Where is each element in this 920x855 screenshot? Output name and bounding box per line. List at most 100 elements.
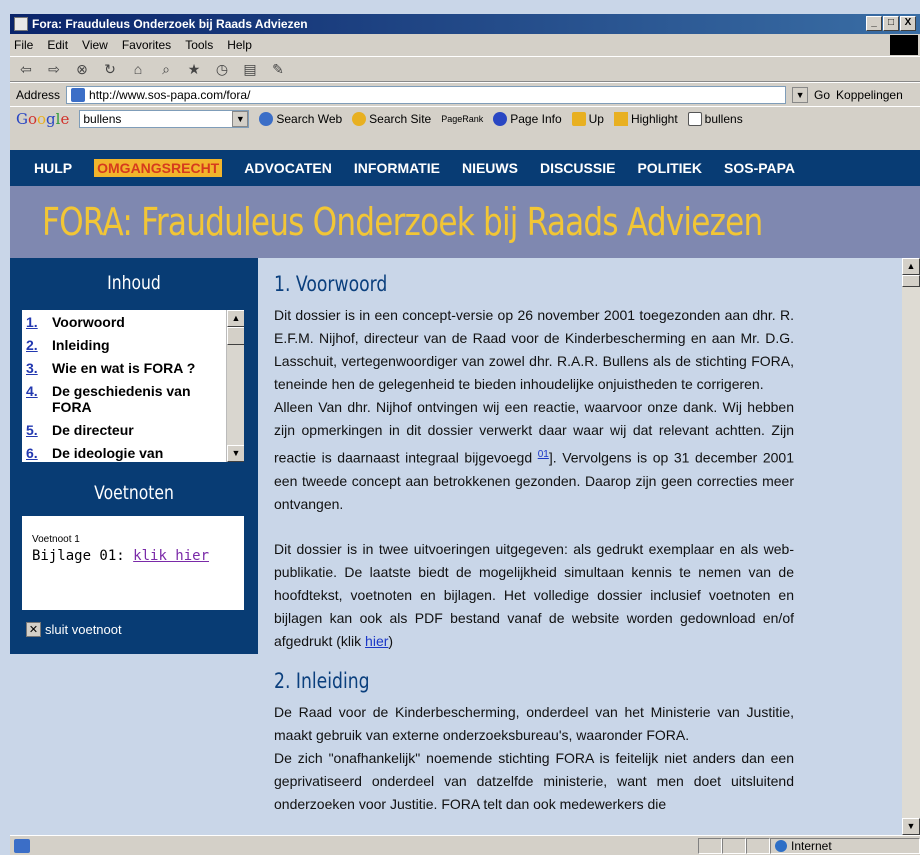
highlight-button[interactable]: Highlight [613,111,678,126]
nav-discussie[interactable]: DISCUSSIE [540,160,615,176]
nav-nieuws[interactable]: NIEUWS [462,160,518,176]
info-icon [493,111,508,126]
minimize-button[interactable]: _ [866,16,882,31]
web-page: HULP OMGANGSRECHT ADVOCATEN INFORMATIE N… [10,150,920,835]
search-term-button[interactable]: bullens [687,111,743,126]
toc-item[interactable]: 5. De directeur [26,422,220,438]
toc-item[interactable]: 4. De geschiedenis van FORA [26,383,220,415]
google-dropdown-button[interactable]: ▼ [232,110,249,127]
scroll-down-icon[interactable]: ▼ [227,445,244,462]
windows-logo-icon [890,35,918,55]
nav-sos-papa[interactable]: SOS-PAPA [724,160,795,176]
page-scroll-up-icon[interactable]: ▲ [902,258,920,275]
menu-file[interactable]: File [14,38,33,52]
pdf-link[interactable]: hier [365,633,388,649]
toc-list: 1. Voorwoord 2. Inleiding 3. Wie en wat is … [22,310,224,462]
pagerank-meter[interactable]: PageRank [441,114,483,124]
address-input[interactable]: http://www.sos-papa.com/fora/ [66,85,787,104]
section-heading: 1. Voorwoord [274,272,388,296]
page-info-button[interactable]: Page Info [493,111,562,126]
scroll-thumb[interactable] [227,327,244,345]
close-footnote-button[interactable]: ✕ sluit voetnoot [26,622,122,637]
address-label: Address [16,87,61,102]
google-query: bullens [83,111,122,126]
menu-favorites[interactable]: Favorites [122,38,171,52]
back-icon[interactable]: ⇦ [16,60,36,78]
home-icon[interactable]: ⌂ [128,60,148,78]
favorites-icon[interactable]: ★ [184,60,204,78]
address-dropdown-button[interactable]: ▼ [792,86,809,103]
footnote-text: Bijlage 01: [32,548,134,564]
browser-window: Fora: Frauduleus Onderzoek bij Raads Adv… [0,0,920,855]
edit-icon[interactable]: ✎ [268,60,288,78]
search-site-button[interactable]: Search Site [352,111,431,126]
page-scroll-down-icon[interactable]: ▼ [902,818,920,835]
google-logo[interactable]: Google [16,110,69,128]
title-bar: Fora: Frauduleus Onderzoek bij Raads Adv… [10,14,920,34]
nav-omgangsrecht[interactable]: OMGANGSRECHT [94,159,223,177]
toc-item[interactable]: 2. Inleiding [26,337,220,353]
history-icon[interactable]: ◷ [212,60,232,78]
forward-icon[interactable]: ⇨ [44,60,64,78]
toc-frame: 1. Voorwoord 2. Inleiding 3. Wie en wat is … [22,310,244,462]
browser-chrome: File Edit View Favorites Tools Help ⇦ ⇨ … [10,34,920,150]
go-button[interactable]: Go [814,88,830,102]
binoculars-icon [259,111,274,126]
menu-edit[interactable]: Edit [47,38,68,52]
site-navigation: HULP OMGANGSRECHT ADVOCATEN INFORMATIE N… [10,150,920,186]
paragraph: De Raad voor de Kinderbescherming, onder… [274,703,794,812]
ie-page-icon [14,17,28,31]
banner-title: FORA: Frauduleus Onderzoek bij Raads Adv… [42,200,763,244]
footnote-box: Voetnoot 1 Bijlage 01: klik hier [22,516,244,610]
close-button[interactable]: X [900,16,916,31]
menu-bar: File Edit View Favorites Tools Help [10,34,920,56]
window-title: Fora: Frauduleus Onderzoek bij Raads Adv… [32,17,308,31]
page-scroll-thumb[interactable] [902,275,920,287]
main-content: 1. Voorwoord Dit dossier is in een conce… [266,258,902,835]
toc-heading: Inhoud [107,272,161,294]
site-search-icon [352,111,367,126]
address-url: http://www.sos-papa.com/fora/ [89,87,251,102]
toc-item[interactable]: 3. Wie en wat is FORA ? [26,360,220,376]
up-button[interactable]: Up [571,111,604,126]
maximize-button[interactable]: □ [883,16,899,31]
nav-advocaten[interactable]: ADVOCATEN [244,160,332,176]
close-footnote-label: sluit voetnoot [45,622,122,637]
nav-hulp[interactable]: HULP [34,160,72,176]
print-icon[interactable]: ▤ [240,60,260,78]
toc-scrollbar[interactable]: ▲ ▼ [226,310,244,462]
google-toolbar: Google bullens ▼ Search Web Search Site … [10,106,920,130]
paragraph: Dit dossier is in een concept-versie op … [274,307,795,512]
footnote-link[interactable]: klik hier [133,548,209,564]
internet-zone-icon [775,839,787,852]
footnote-ref-link[interactable]: 01 [538,449,549,460]
refresh-icon[interactable]: ↻ [100,60,120,78]
page-scrollbar[interactable]: ▲ ▼ [902,258,920,835]
toc-item[interactable]: 6. De ideologie van [26,445,220,461]
menu-view[interactable]: View [82,38,108,52]
sidebar: Inhoud 1. Voorwoord 2. Inleiding 3. Wie en … [10,258,258,654]
standard-toolbar: ⇦ ⇨ ⊗ ↻ ⌂ ⌕ ★ ◷ ▤ ✎ [10,56,920,82]
nav-politiek[interactable]: POLITIEK [637,160,702,176]
search-term-icon [687,111,702,126]
highlighter-icon [613,111,628,126]
search-web-button[interactable]: Search Web [259,111,342,126]
footnotes-heading: Voetnoten [94,482,174,504]
scroll-up-icon[interactable]: ▲ [227,310,244,327]
menu-tools[interactable]: Tools [185,38,213,52]
status-bar: Internet [10,835,920,855]
status-page-icon [14,838,30,853]
nav-informatie[interactable]: INFORMATIE [354,160,440,176]
toc-item[interactable]: 1. Voorwoord [26,314,220,330]
stop-icon[interactable]: ⊗ [72,60,92,78]
menu-help[interactable]: Help [227,38,252,52]
paragraph: Dit dossier is in twee uitvoeringen uitg… [274,540,794,649]
search-icon[interactable]: ⌕ [156,60,176,78]
close-icon: ✕ [26,622,41,637]
status-zone: Internet [791,838,832,853]
section-heading: 2. Inleiding [274,668,370,693]
page-icon [71,87,86,102]
site-banner: FORA: Frauduleus Onderzoek bij Raads Adv… [10,186,920,258]
google-search-input[interactable]: bullens ▼ [79,109,250,128]
links-button[interactable]: Koppelingen [836,88,903,102]
